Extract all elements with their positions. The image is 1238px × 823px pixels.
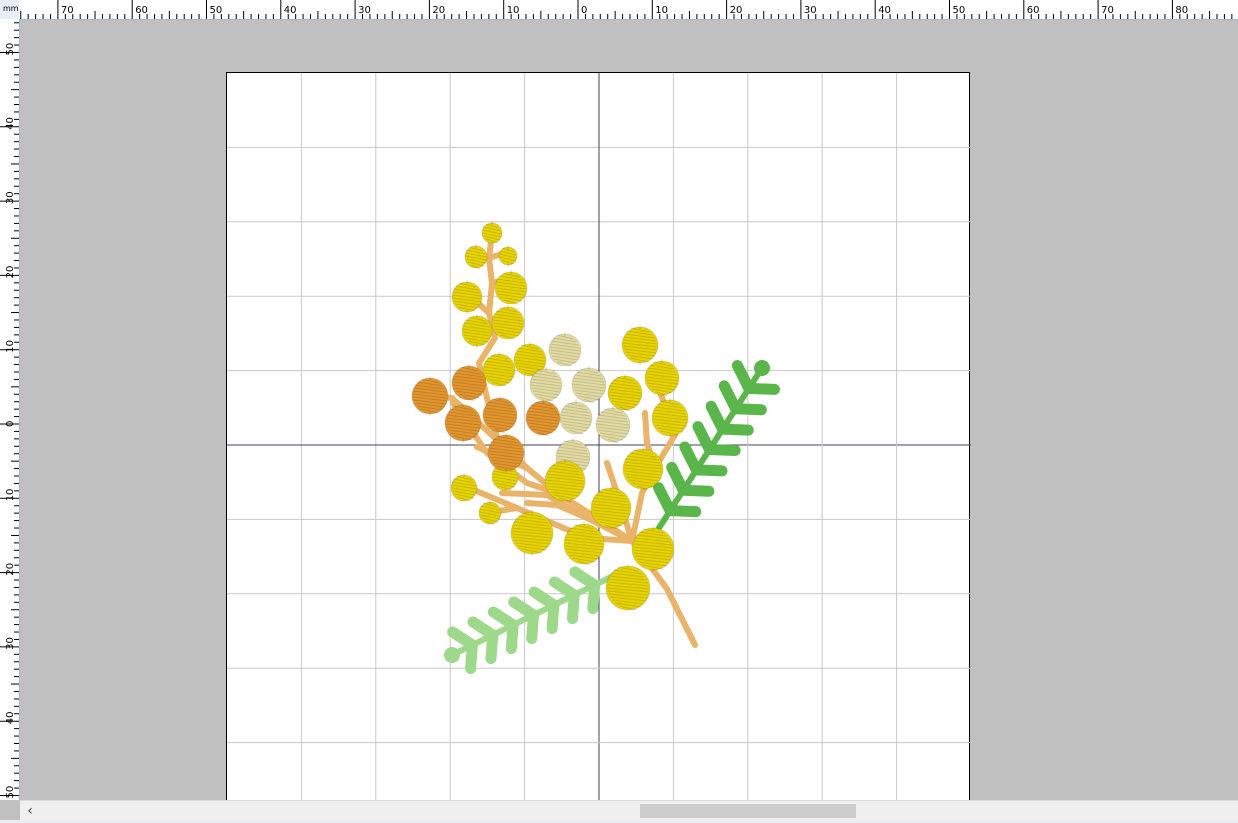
- leaflet: [666, 461, 689, 496]
- leaflet: [653, 482, 676, 517]
- ruler-label: 50: [953, 5, 966, 16]
- leaflet: [587, 579, 601, 615]
- ruler-unit-label: mm: [3, 4, 19, 13]
- ruler-label: 40: [878, 5, 891, 16]
- ruler-label: 20: [730, 5, 743, 16]
- light-green-leaf-frond: [444, 566, 618, 675]
- ruler-label: 10: [5, 489, 16, 502]
- horizontal-ruler: 70 60 50 40 30 20 10 0 10 20 30 40 50 60 70 80: [0, 0, 1238, 20]
- embroidery-design-mimosa[interactable]: [227, 73, 971, 817]
- ruler-label: 10: [655, 5, 668, 16]
- leaflet: [566, 589, 580, 625]
- ruler-label: 50: [5, 786, 16, 799]
- ruler-label: 30: [358, 5, 371, 16]
- leaflet: [546, 599, 560, 635]
- embroidery-hoop-area[interactable]: [226, 72, 971, 817]
- ruler-label: 30: [5, 191, 16, 204]
- ruler-unit-corner: mm: [0, 0, 19, 19]
- horizontal-ruler-scale: 70 60 50 40 30 20 10 0 10 20 30 40 50 60 70 80: [20, 0, 1233, 19]
- app-window: 70 60 50 40 30 20 10 0 10 20 30 40 50 60 70 80 mm 50 40 3…: [0, 0, 1238, 823]
- ruler-label: 70: [1101, 5, 1114, 16]
- leaflet: [731, 359, 755, 394]
- ruler-label: 70: [61, 5, 74, 16]
- leaflet: [465, 639, 478, 675]
- ruler-label: 40: [284, 5, 297, 16]
- scroll-left-arrow-icon[interactable]: ‹: [22, 803, 38, 819]
- leaflet: [718, 380, 742, 415]
- ruler-label: 40: [5, 711, 16, 724]
- design-workspace[interactable]: [20, 20, 1238, 817]
- ruler-label: 20: [5, 266, 16, 279]
- leaflet-tip: [444, 647, 460, 663]
- leaflet-tip: [754, 360, 770, 376]
- ruler-label: 40: [5, 117, 16, 130]
- ruler-label: 10: [507, 5, 520, 16]
- ruler-label: 80: [1175, 5, 1188, 16]
- ruler-label: 30: [5, 637, 16, 650]
- leaflet: [505, 619, 519, 655]
- ruler-label: 0: [581, 5, 587, 16]
- ruler-label: 20: [432, 5, 445, 16]
- ruler-label: 30: [804, 5, 817, 16]
- ruler-label: 60: [1027, 5, 1040, 16]
- leaflet: [485, 629, 499, 665]
- vertical-ruler-scale: 50 40 30 20 10 0 10 20 30 40 50: [0, 22, 19, 799]
- ruler-label: 50: [5, 43, 16, 56]
- ruler-label: 10: [5, 340, 16, 353]
- leaflet: [679, 441, 702, 476]
- ruler-label: 0: [5, 421, 16, 427]
- horizontal-scrollbar[interactable]: ‹: [20, 800, 1238, 821]
- scrollbar-thumb[interactable]: [640, 804, 856, 818]
- leaflet: [705, 400, 729, 435]
- ruler-label: 20: [5, 563, 16, 576]
- leaflet: [692, 421, 715, 455]
- leaflet: [526, 609, 539, 645]
- ruler-label: 60: [135, 5, 148, 16]
- vertical-ruler: 50 40 30 20 10 0 10 20 30 40 50: [0, 19, 20, 800]
- ruler-label: 50: [210, 5, 223, 16]
